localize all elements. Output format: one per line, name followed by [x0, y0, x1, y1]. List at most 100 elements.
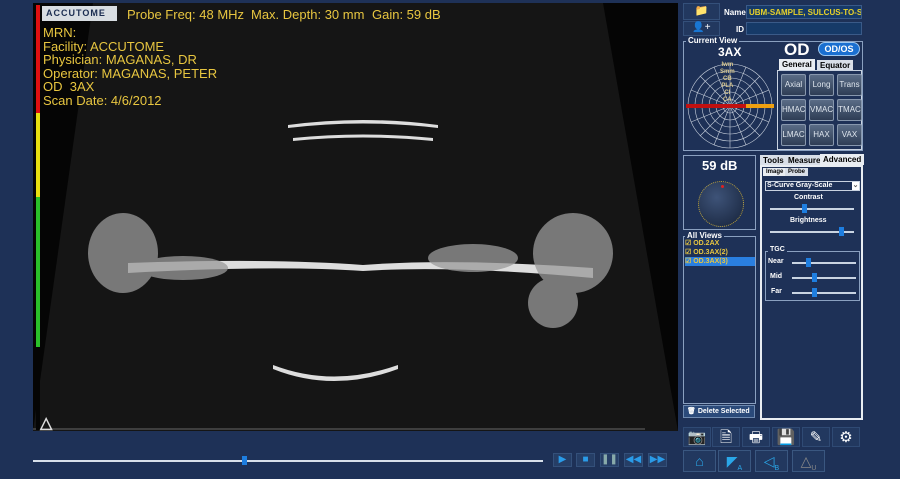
rewind-button[interactable]: ◀◀	[624, 453, 643, 467]
camera-icon: 📷	[687, 429, 707, 446]
view-hmac-button[interactable]: HMAC	[781, 99, 806, 121]
tools-panel: Tools Measure Advanced Image Probe S-Cur…	[760, 154, 865, 420]
radar-label: CA	[723, 97, 732, 103]
view-vmac-button[interactable]: VMAC	[809, 99, 834, 121]
id-field[interactable]	[746, 22, 862, 35]
brightness-label: Brightness	[790, 217, 827, 224]
view-indicator-bar	[686, 104, 746, 108]
radar-labels: Iwm Smm CB PLA CI CA	[720, 62, 735, 104]
patient-info: MRN: Facility: ACCUTOME Physician: MAGAN…	[43, 26, 217, 107]
near-thumb[interactable]	[806, 258, 812, 267]
mid-thumb[interactable]	[811, 273, 817, 282]
mrn: MRN:	[43, 25, 77, 40]
folder-icon: 📁	[694, 5, 709, 17]
play-button[interactable]: ▶	[553, 453, 572, 467]
stop-button[interactable]: ■	[576, 453, 595, 467]
view-tmac-button[interactable]: TMAC	[837, 99, 862, 121]
eye-label: OD	[784, 40, 810, 59]
list-item[interactable]: ☑ OD.2AX	[685, 239, 755, 248]
document-icon: 🗎	[719, 429, 733, 446]
depth-color-bar	[36, 5, 40, 430]
radar-label: CI	[724, 90, 731, 96]
gear-icon: ⚙	[839, 429, 853, 446]
physician: Physician: MAGANAS, DR	[43, 52, 197, 67]
radar-label: Smm	[720, 69, 735, 75]
id-label: ID	[736, 25, 744, 34]
facility: Facility: ACCUTOME	[43, 38, 165, 54]
tgc-mid-slider[interactable]	[792, 273, 856, 282]
playback-thumb[interactable]	[242, 456, 248, 465]
mid-label: Mid	[770, 273, 783, 280]
accutome-logo: ACCUTOME	[42, 6, 117, 21]
tab-advanced[interactable]: Advanced	[820, 154, 865, 165]
contrast-label: Contrast	[794, 194, 823, 201]
far-label: Far	[771, 288, 782, 295]
operator: Operator: MAGANAS, PETER	[43, 65, 218, 81]
settings-button[interactable]: ⚙	[832, 427, 860, 447]
tab-probe[interactable]: Probe	[785, 168, 809, 176]
knob-indicator	[721, 185, 724, 188]
open-folder-button[interactable]: 📁	[683, 3, 720, 20]
ubm-icon: △	[800, 453, 812, 469]
home-button[interactable]: ⌂	[683, 450, 716, 472]
view-buttons: Axial Long Trans HMAC VMAC TMAC LMAC HAX…	[777, 70, 862, 150]
scan-date: Scan Date: 4/6/2012	[43, 92, 162, 108]
views-list: ☑ OD.2AX ☑ OD.3AX(2) ☑ OD.3AX(3)	[685, 239, 755, 266]
print-button[interactable]: 🖶	[742, 427, 770, 447]
view-lmac-button[interactable]: LMAC	[781, 124, 806, 146]
colormap-select[interactable]: S-Curve Gray-Scale ⌄	[765, 181, 860, 191]
a-scan-icon: ◤	[726, 453, 738, 469]
advanced-tab-content: Image Probe S-Curve Gray-Scale ⌄ Contrast…	[760, 165, 863, 420]
radar-label: PLA	[721, 83, 734, 89]
view-vax-button[interactable]: VAX	[837, 124, 862, 146]
pause-button[interactable]: ❚❚	[600, 453, 619, 467]
b-scan-button[interactable]: ◁B	[755, 450, 788, 472]
save-button[interactable]: 💾	[772, 427, 800, 447]
current-view-panel: Current View 3AX OD OD/OS Iwm Smm CB PLA…	[683, 36, 863, 151]
b-scan-icon: ◁	[763, 453, 775, 469]
current-view-legend: Current View	[686, 36, 740, 45]
annotate-button[interactable]: ✎	[802, 427, 830, 447]
tab-image[interactable]: Image	[763, 168, 787, 176]
tab-general[interactable]: General	[779, 59, 815, 70]
printer-icon: 🖶	[748, 429, 764, 446]
add-patient-button[interactable]: 👤+	[683, 21, 720, 36]
radar-label: Iwm	[721, 62, 734, 68]
ubm-button[interactable]: △U	[792, 450, 825, 472]
od-os-toggle[interactable]: OD/OS	[818, 42, 860, 56]
contrast-thumb[interactable]	[801, 204, 807, 213]
view-axial-button[interactable]: Axial	[781, 74, 806, 96]
report-button[interactable]: 🗎	[712, 427, 740, 447]
gain-knob[interactable]	[698, 181, 744, 227]
home-icon: ⌂	[695, 453, 704, 469]
max-depth: Max. Depth: 30 mm	[251, 7, 365, 22]
fast-forward-button[interactable]: ▶▶	[648, 453, 667, 467]
list-item-selected[interactable]: ☑ OD.3AX(3)	[685, 257, 755, 266]
accutome-mark-icon: △	[40, 415, 53, 432]
delete-selected-button[interactable]: 🗑 Delete Selected	[683, 405, 755, 418]
contrast-slider[interactable]	[770, 204, 854, 213]
camera-button[interactable]: 📷	[683, 427, 711, 447]
gain-panel: 59 dB	[683, 155, 756, 230]
near-label: Near	[768, 258, 784, 265]
gain-readout: Gain: 59 dB	[372, 7, 441, 22]
gain-value: 59 dB	[702, 158, 738, 173]
tgc-far-slider[interactable]	[792, 288, 856, 297]
add-user-icon: 👤+	[692, 22, 711, 33]
brightness-thumb[interactable]	[838, 227, 844, 236]
pencil-icon: ✎	[809, 429, 823, 446]
playback-slider[interactable]	[33, 456, 543, 465]
list-item[interactable]: ☑ OD.3AX(2)	[685, 248, 755, 257]
current-view-name: 3AX	[718, 45, 742, 59]
a-scan-button[interactable]: ◤A	[718, 450, 751, 472]
far-thumb[interactable]	[811, 288, 817, 297]
radar-label: CB	[723, 76, 732, 82]
view-trans-button[interactable]: Trans	[837, 74, 862, 96]
view-hax-button[interactable]: HAX	[809, 124, 834, 146]
view-long-button[interactable]: Long	[809, 74, 834, 96]
view-label: OD 3AX	[43, 79, 95, 94]
tgc-near-slider[interactable]	[792, 258, 856, 267]
name-field[interactable]: UBM-SAMPLE, SULCUS-TO-SULC	[746, 5, 862, 19]
trash-icon: 🗑	[687, 408, 696, 415]
brightness-slider[interactable]	[770, 227, 854, 236]
